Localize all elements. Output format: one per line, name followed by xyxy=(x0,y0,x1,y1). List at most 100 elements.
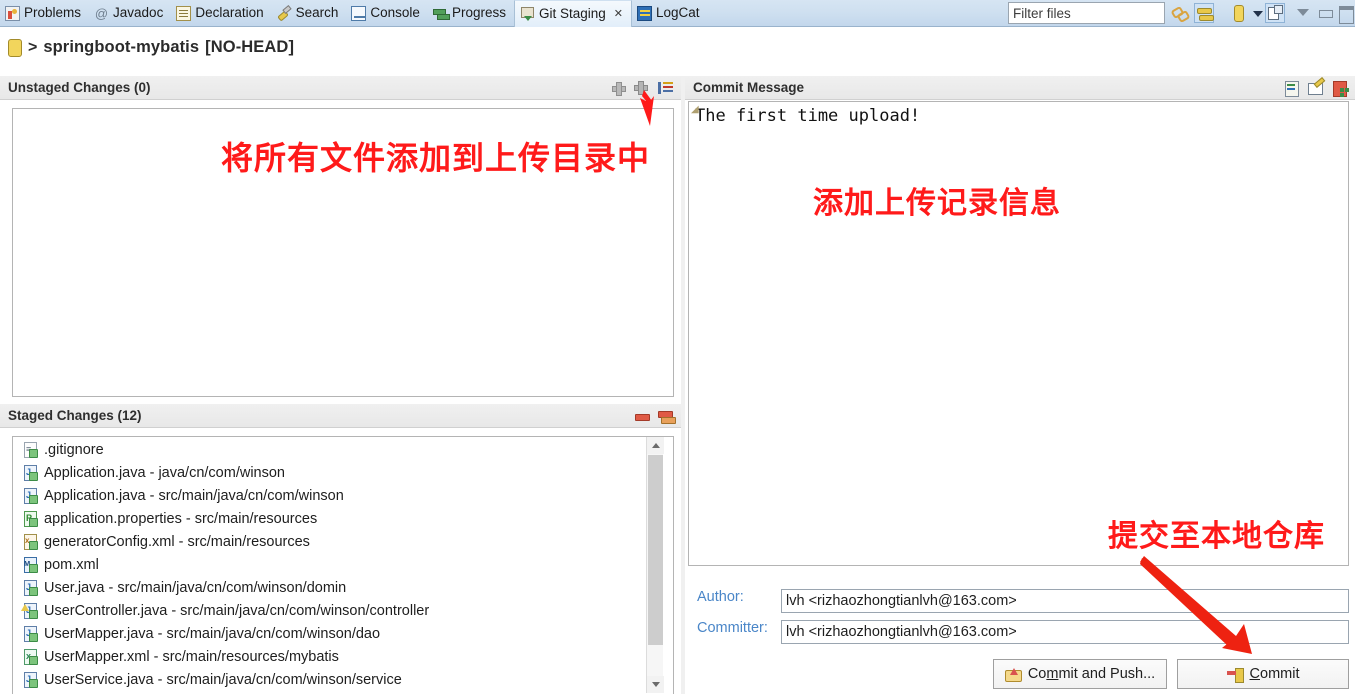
staged-file-label: Application.java - src/main/java/cn/com/… xyxy=(44,487,344,504)
tab-logcat[interactable]: LogCat xyxy=(632,0,708,27)
maximize-icon[interactable] xyxy=(1337,3,1355,24)
unstaged-toolbar xyxy=(609,79,675,97)
commit-push-icon xyxy=(1004,667,1022,682)
anno-add-all-files: 将所有文件添加到上传目录中 xyxy=(221,139,651,177)
search-icon xyxy=(277,6,292,21)
progress-icon xyxy=(432,6,450,21)
add-selected-icon[interactable] xyxy=(609,79,627,97)
committer-input[interactable]: lvh <rizhaozhongtianlvh@163.com> xyxy=(781,620,1349,644)
staged-file-row[interactable]: J User.java - src/main/java/cn/com/winson… xyxy=(13,576,645,599)
tab-label: Console xyxy=(370,5,420,21)
unstaged-changes-title: Unstaged Changes (0) xyxy=(8,80,151,95)
add-all-icon[interactable] xyxy=(633,79,651,97)
tab-label: Problems xyxy=(24,5,82,21)
close-icon[interactable]: ✕ xyxy=(614,7,623,20)
remove-all-icon[interactable] xyxy=(657,407,676,425)
staged-file-row[interactable]: x UserMapper.xml - src/main/resources/myb… xyxy=(13,645,645,668)
staged-file-label: generatorConfig.xml - src/main/resources xyxy=(44,533,310,550)
switch-repository-icon[interactable] xyxy=(1265,3,1285,23)
repository-header: > springboot-mybatis [NO-HEAD] xyxy=(0,27,1355,68)
staged-file-row[interactable]: Mpom.xml xyxy=(13,553,645,576)
staged-file-row[interactable]: x generatorConfig.xml - src/main/resource… xyxy=(13,530,645,553)
problems-icon xyxy=(5,5,20,21)
author-label: Author: xyxy=(697,589,744,605)
commit-and-push-button[interactable]: Commit and Push... xyxy=(993,659,1167,689)
remove-selected-icon[interactable] xyxy=(633,407,651,425)
commit-message-marker: ◢ xyxy=(691,104,699,115)
xml-file-icon: x xyxy=(23,533,38,550)
staged-file-label: UserService.java - src/main/java/cn/com/… xyxy=(44,671,402,688)
staged-changes-list[interactable]: ≡ .gitignore J Application.java - java/cn/c… xyxy=(13,438,645,693)
commit-label: Commit xyxy=(1249,666,1300,682)
staged-file-row[interactable]: ≡ .gitignore xyxy=(13,438,645,461)
staged-file-label: User.java - src/main/java/cn/com/winson/… xyxy=(44,579,347,596)
tab-git-staging[interactable]: Git Staging ✕ xyxy=(513,0,632,27)
commit-message-toolbar xyxy=(1283,79,1349,97)
refresh-sync-icon[interactable] xyxy=(1194,3,1214,23)
author-row: Author: xyxy=(697,589,777,605)
tab-label: Search xyxy=(295,5,339,21)
staged-file-label: Application.java - java/cn/com/winson xyxy=(44,464,285,481)
dropdown-caret-icon[interactable] xyxy=(1248,3,1263,23)
tab-label: Declaration xyxy=(195,5,264,21)
java-file-icon: J xyxy=(23,671,38,688)
staged-list-scrollbar[interactable] xyxy=(646,437,664,693)
staged-toolbar xyxy=(633,407,676,425)
presentation-menu-icon[interactable] xyxy=(657,79,675,97)
committer-label: Committer: xyxy=(697,620,768,636)
minimize-icon[interactable] xyxy=(1316,3,1336,23)
committer-value: lvh <rizhaozhongtianlvh@163.com> xyxy=(786,624,1017,640)
staged-file-row[interactable]: J UserController.java - src/main/java/cn/… xyxy=(13,599,645,622)
tab-search[interactable]: Search xyxy=(272,0,347,27)
staged-file-label: application.properties - src/main/resour… xyxy=(44,510,318,527)
staged-file-row[interactable]: J UserMapper.java - src/main/java/cn/com/… xyxy=(13,622,645,645)
tab-problems[interactable]: Problems xyxy=(0,0,89,27)
tab-label: Progress xyxy=(451,5,506,21)
logcat-icon xyxy=(636,5,652,21)
amend-commit-icon[interactable] xyxy=(1283,79,1301,97)
page-title: springboot-mybatis xyxy=(43,38,200,56)
warning-badge-icon xyxy=(21,603,29,611)
staged-file-row[interactable]: J Application.java - java/cn/com/winson xyxy=(13,461,645,484)
unstaged-changes-header: Unstaged Changes (0) xyxy=(0,76,681,100)
java-file-icon: J xyxy=(23,625,38,642)
scrollbar-thumb[interactable] xyxy=(648,455,663,645)
filter-files-placeholder: Filter files xyxy=(1013,5,1071,21)
staged-file-row[interactable]: Papplication.properties - src/main/resou… xyxy=(13,507,645,530)
commit-and-push-label: Commit and Push... xyxy=(1027,666,1156,682)
scroll-down-icon[interactable] xyxy=(647,676,664,693)
staged-file-label: UserMapper.xml - src/main/resources/myba… xyxy=(44,648,339,665)
tab-progress[interactable]: Progress xyxy=(428,0,514,27)
repository-chevron: > xyxy=(28,38,38,56)
tab-javadoc[interactable]: @ Javadoc xyxy=(89,0,171,27)
sign-off-icon[interactable] xyxy=(1307,79,1325,97)
staged-file-row[interactable]: J UserService.java - src/main/java/cn/com… xyxy=(13,668,645,691)
view-menu-icon[interactable] xyxy=(1293,3,1313,23)
repository-selector-icon[interactable] xyxy=(1228,3,1248,23)
staged-file-row[interactable]: J Application.java - src/main/java/cn/com… xyxy=(13,484,645,507)
declaration-icon xyxy=(176,5,192,21)
staged-file-label: UserMapper.java - src/main/java/cn/com/w… xyxy=(44,625,381,642)
author-input[interactable]: lvh <rizhaozhongtianlvh@163.com> xyxy=(781,589,1349,613)
staged-file-label: pom.xml xyxy=(44,556,99,573)
tab-label: Git Staging xyxy=(538,5,606,21)
tab-console[interactable]: Console xyxy=(346,0,428,27)
maven-file-icon: M xyxy=(23,556,38,573)
commit-message-text: The first time upload! xyxy=(695,106,921,126)
scroll-up-icon[interactable] xyxy=(647,437,664,454)
commit-message-input[interactable]: ◢ The first time upload! xyxy=(688,101,1349,566)
filter-files-input[interactable]: Filter files xyxy=(1008,2,1165,24)
javadoc-icon: @ xyxy=(94,5,109,21)
tab-declaration[interactable]: Declaration xyxy=(171,0,271,27)
commit-button[interactable]: Commit xyxy=(1177,659,1349,689)
java-warning-file-icon: J xyxy=(21,602,38,619)
vertical-splitter[interactable] xyxy=(681,76,685,694)
add-change-id-icon[interactable] xyxy=(1331,79,1349,97)
java-file-icon: J xyxy=(23,579,38,596)
author-value: lvh <rizhaozhongtianlvh@163.com> xyxy=(786,593,1017,609)
commit-message-title: Commit Message xyxy=(693,80,805,95)
link-with-editor-icon[interactable] xyxy=(1170,3,1190,23)
text-file-icon: ≡ xyxy=(23,441,38,458)
staged-changes-title: Staged Changes (12) xyxy=(8,408,142,423)
committer-row: Committer: xyxy=(697,620,777,636)
